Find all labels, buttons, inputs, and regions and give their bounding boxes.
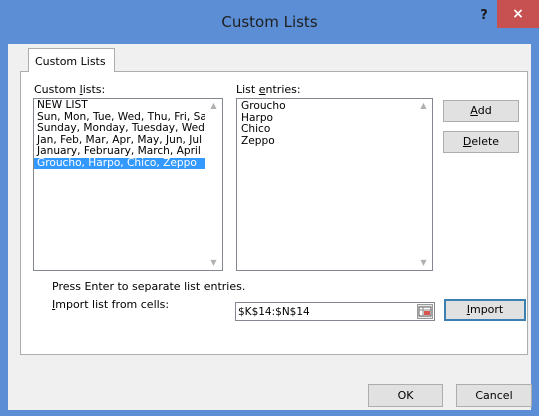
custom-lists-label-post: ists: [82,83,106,96]
close-button[interactable]: × [497,0,539,28]
add-button[interactable]: Add [443,100,519,122]
custom-list-item[interactable]: Sun, Mon, Tue, Wed, Thu, Fri, Sat [34,112,207,124]
delete-button[interactable]: Delete [443,131,519,153]
help-button[interactable]: ? [473,6,495,26]
tab-custom-lists[interactable]: Custom Lists [28,48,115,72]
add-label: dd [477,104,492,117]
custom-list-item[interactable]: Jan, Feb, Mar, Apr, May, Jun, Jul [34,135,207,147]
scroll-up-icon[interactable]: ▲ [209,101,218,110]
import-from-label-text: mport list from cells: [55,298,170,311]
list-entries-label-post: ntries: [265,83,301,96]
range-select-icon [418,306,432,317]
custom-lists-items: NEW LIST Sun, Mon, Tue, Wed, Thu, Fri, Sa… [34,99,207,169]
title-bar: Custom Lists ? × [0,0,539,44]
custom-lists-label-pre: Custom [34,83,80,96]
custom-lists-dialog: Custom Lists ? × Custom Lists Custom lis… [0,0,539,416]
import-label: mport [469,303,504,316]
custom-list-item[interactable]: Groucho, Harpo, Chico, Zeppo [34,157,207,169]
list-entry-line: Chico [241,124,271,135]
custom-list-item[interactable]: NEW LIST [34,100,207,112]
scroll-up-icon[interactable]: ▲ [419,101,428,110]
import-button[interactable]: Import [444,299,526,321]
list-entry-line: Zeppo [241,135,275,147]
cancel-button[interactable]: Cancel [456,384,532,407]
scroll-down-icon[interactable]: ▼ [209,258,218,267]
list-entries-textbox[interactable]: Groucho Harpo Chico Zeppo ▲ ▼ [236,98,433,271]
import-from-label: Import list from cells: [52,298,169,311]
list-entries-label-pre: List [236,83,259,96]
list-entry-line: Groucho [241,101,286,112]
add-accel: A [470,104,478,117]
tab-label: Custom Lists [35,55,106,68]
separator-hint: Press Enter to separate list entries. [52,280,246,293]
list-entries-label-accel: e [258,83,266,96]
custom-lists-scrollbar[interactable]: ▲ ▼ [205,99,222,270]
list-entries-scrollbar[interactable]: ▲ ▼ [415,99,432,270]
custom-list-item[interactable]: January, February, March, April [34,146,207,158]
ok-button[interactable]: OK [368,384,443,407]
list-entries-items: Groucho Harpo Chico Zeppo [237,99,415,147]
custom-lists-label: Custom lists: [34,83,105,96]
list-entries-label: List entries: [236,83,301,96]
custom-list-item[interactable]: Sunday, Monday, Tuesday, Wednesday [34,123,207,135]
custom-lists-listbox[interactable]: NEW LIST Sun, Mon, Tue, Wed, Thu, Fri, Sa… [33,98,223,271]
list-entry-line: Harpo [241,112,274,124]
delete-accel: D [462,135,472,148]
scroll-down-icon[interactable]: ▼ [419,258,428,267]
collapse-dialog-button[interactable] [417,304,433,319]
delete-label: elete [471,135,500,148]
import-range-input[interactable] [238,305,408,319]
dialog-title: Custom Lists [221,13,318,31]
import-range-field[interactable] [235,302,435,321]
